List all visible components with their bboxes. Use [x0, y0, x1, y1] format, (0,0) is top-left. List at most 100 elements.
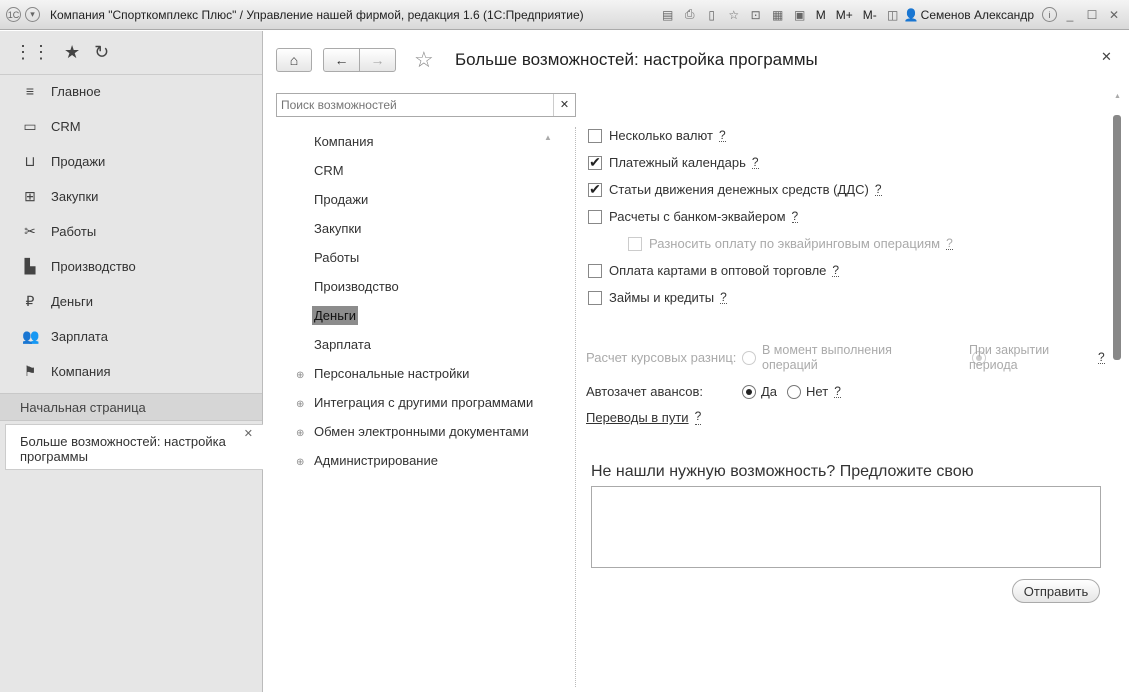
favorite-star-icon[interactable]: ☆ — [414, 47, 434, 73]
tree-scroll-up-icon[interactable]: ▲ — [544, 133, 552, 142]
m-plus-button[interactable]: M+ — [836, 8, 853, 22]
favorites-star-icon[interactable]: ★ — [64, 42, 80, 63]
transfers-help[interactable]: ? — [694, 410, 702, 425]
suggest-textarea[interactable] — [591, 486, 1101, 568]
send-button[interactable]: Отправить — [1012, 579, 1100, 603]
sidebar-item-0[interactable]: ≡ Главное — [0, 76, 262, 106]
help-link[interactable]: ? — [718, 129, 726, 142]
panel-divider[interactable] — [575, 127, 576, 687]
tree-item[interactable]: Продажи — [314, 192, 368, 207]
scroll-up-icon[interactable]: ▲ — [1114, 93, 1121, 100]
help-link[interactable]: ? — [874, 183, 882, 196]
checkbox-label[interactable]: Платежный календарь — [609, 155, 746, 170]
close-window-icon[interactable]: ✕ — [1105, 6, 1123, 24]
tree-item[interactable]: Компания — [314, 134, 374, 149]
checkbox-label[interactable]: Оплата картами в оптовой торговле — [609, 263, 826, 278]
scrollbar-thumb[interactable] — [1113, 115, 1121, 360]
tree-item[interactable]: Производство — [314, 279, 399, 294]
forward-button[interactable]: → — [359, 48, 396, 72]
arrow-left-icon: ← — [334, 52, 349, 68]
advance-yes-radio[interactable] — [742, 384, 756, 399]
print-icon[interactable]: ⎙ — [681, 6, 699, 24]
checkbox-label[interactable]: Несколько валют — [609, 128, 713, 143]
tree-item[interactable]: Зарплата — [314, 337, 371, 352]
setting-checkbox-row: Разносить оплату по эквайринговым операц… — [628, 236, 953, 251]
apps-grid-icon[interactable]: ⋮⋮ — [14, 42, 50, 63]
clear-search-icon[interactable]: ✕ — [553, 94, 575, 116]
tree-group[interactable]: ⊕ Обмен электронными документами — [296, 424, 529, 439]
expand-icon[interactable]: ⊕ — [296, 428, 306, 439]
sidebar-item-5[interactable]: ▙ Производство — [0, 251, 262, 281]
checkbox[interactable] — [588, 209, 602, 224]
expand-icon[interactable]: ⊕ — [296, 370, 306, 381]
checkbox-label[interactable]: Расчеты с банком-эквайером — [609, 209, 786, 224]
m-button[interactable]: M — [816, 8, 826, 22]
tree-group[interactable]: ⊕ Интеграция с другими программами — [296, 395, 533, 410]
sidebar-item-2[interactable]: ⊔ Продажи — [0, 146, 262, 176]
maximize-icon[interactable]: ☐ — [1083, 6, 1101, 24]
checkbox[interactable]: ✔ — [588, 155, 602, 170]
checkbox-label[interactable]: Разносить оплату по эквайринговым операц… — [649, 236, 940, 251]
help-link[interactable]: ? — [791, 210, 799, 223]
calculator-icon[interactable]: ▦ — [769, 6, 787, 24]
back-button[interactable]: ← — [323, 48, 360, 72]
help-link[interactable]: ? — [720, 291, 727, 304]
help-link[interactable]: ? — [751, 156, 759, 169]
tree-group[interactable]: ⊕ Администрирование — [296, 453, 438, 468]
sidebar-item-3[interactable]: ⊞ Закупки — [0, 181, 262, 211]
calendar-icon[interactable]: ▣ — [791, 6, 809, 24]
close-tab-icon[interactable]: ✕ — [244, 427, 253, 442]
tree-item[interactable]: Закупки — [314, 221, 361, 236]
history-icon[interactable]: ↻ — [94, 42, 109, 63]
home-button[interactable]: ⌂ — [276, 48, 312, 72]
advance-help[interactable]: ? — [834, 385, 841, 398]
sidebar-item-7[interactable]: 👥 Зарплата — [0, 321, 262, 351]
sidebar-item-6[interactable]: ₽ Деньги — [0, 286, 262, 316]
panels-icon[interactable]: ◫ — [884, 6, 902, 24]
sidebar-item-label: Главное — [51, 83, 101, 99]
preview-icon[interactable]: ▯ — [703, 6, 721, 24]
open-window-tab[interactable]: Больше возможностей: настройка программы… — [5, 424, 263, 470]
tree-item[interactable]: Деньги — [312, 306, 358, 325]
rate-help[interactable]: ? — [1098, 351, 1105, 364]
minimize-icon[interactable]: _ — [1061, 6, 1079, 24]
arrow-right-icon: → — [370, 52, 385, 68]
checkbox[interactable] — [588, 128, 602, 143]
expand-icon[interactable]: ⊕ — [296, 457, 306, 468]
checkbox-label[interactable]: Займы и кредиты — [609, 290, 714, 305]
m-minus-button[interactable]: M- — [863, 8, 877, 22]
search-input[interactable] — [277, 94, 553, 116]
checkbox[interactable]: ✔ — [588, 182, 602, 197]
close-form-icon[interactable]: ✕ — [1101, 49, 1112, 65]
help-link[interactable]: ? — [832, 264, 840, 277]
app-logo-icon[interactable]: 1C — [6, 7, 21, 22]
tree-item[interactable]: CRM — [314, 163, 344, 178]
user-name[interactable]: Семенов Александр — [921, 8, 1034, 22]
save-icon[interactable]: ▤ — [659, 6, 677, 24]
advance-yes-label: Да — [761, 384, 778, 399]
checkbox-label[interactable]: Статьи движения денежных средств (ДДС) — [609, 182, 869, 197]
expand-icon[interactable]: ⊕ — [296, 399, 306, 410]
sidebar-item-4[interactable]: ✂ Работы — [0, 216, 262, 246]
rate-option-2-label: При закрытии периода — [969, 343, 1050, 372]
bookmark-icon[interactable]: ⊡ — [747, 6, 765, 24]
favorites-icon[interactable]: ☆ — [725, 6, 743, 24]
advance-no-radio[interactable] — [787, 384, 802, 399]
tree-group-label: Администрирование — [314, 453, 438, 468]
title-bar: 1C ▾ Компания "Спорткомплекс Плюс" / Упр… — [0, 0, 1129, 30]
sidebar-item-8[interactable]: ⚑ Компания — [0, 356, 262, 386]
checkbox[interactable] — [588, 290, 602, 305]
help-link[interactable]: ? — [946, 237, 953, 250]
home-icon: ⌂ — [289, 52, 299, 68]
checkbox[interactable] — [628, 236, 642, 251]
info-icon[interactable]: i — [1042, 7, 1057, 22]
tree-item[interactable]: Работы — [314, 250, 359, 265]
checkbox[interactable] — [588, 263, 602, 278]
ruble-icon: ₽ — [25, 292, 35, 309]
transfers-link[interactable]: Переводы в пути — [586, 410, 689, 425]
tree-group[interactable]: ⊕ Персональные настройки — [296, 366, 469, 381]
rate-option-1-radio[interactable] — [742, 351, 756, 365]
main-menu-icon[interactable]: ▾ — [25, 7, 40, 22]
sidebar-item-1[interactable]: ▭ CRM — [0, 111, 262, 141]
home-page-link[interactable]: Начальная страница — [0, 393, 262, 421]
